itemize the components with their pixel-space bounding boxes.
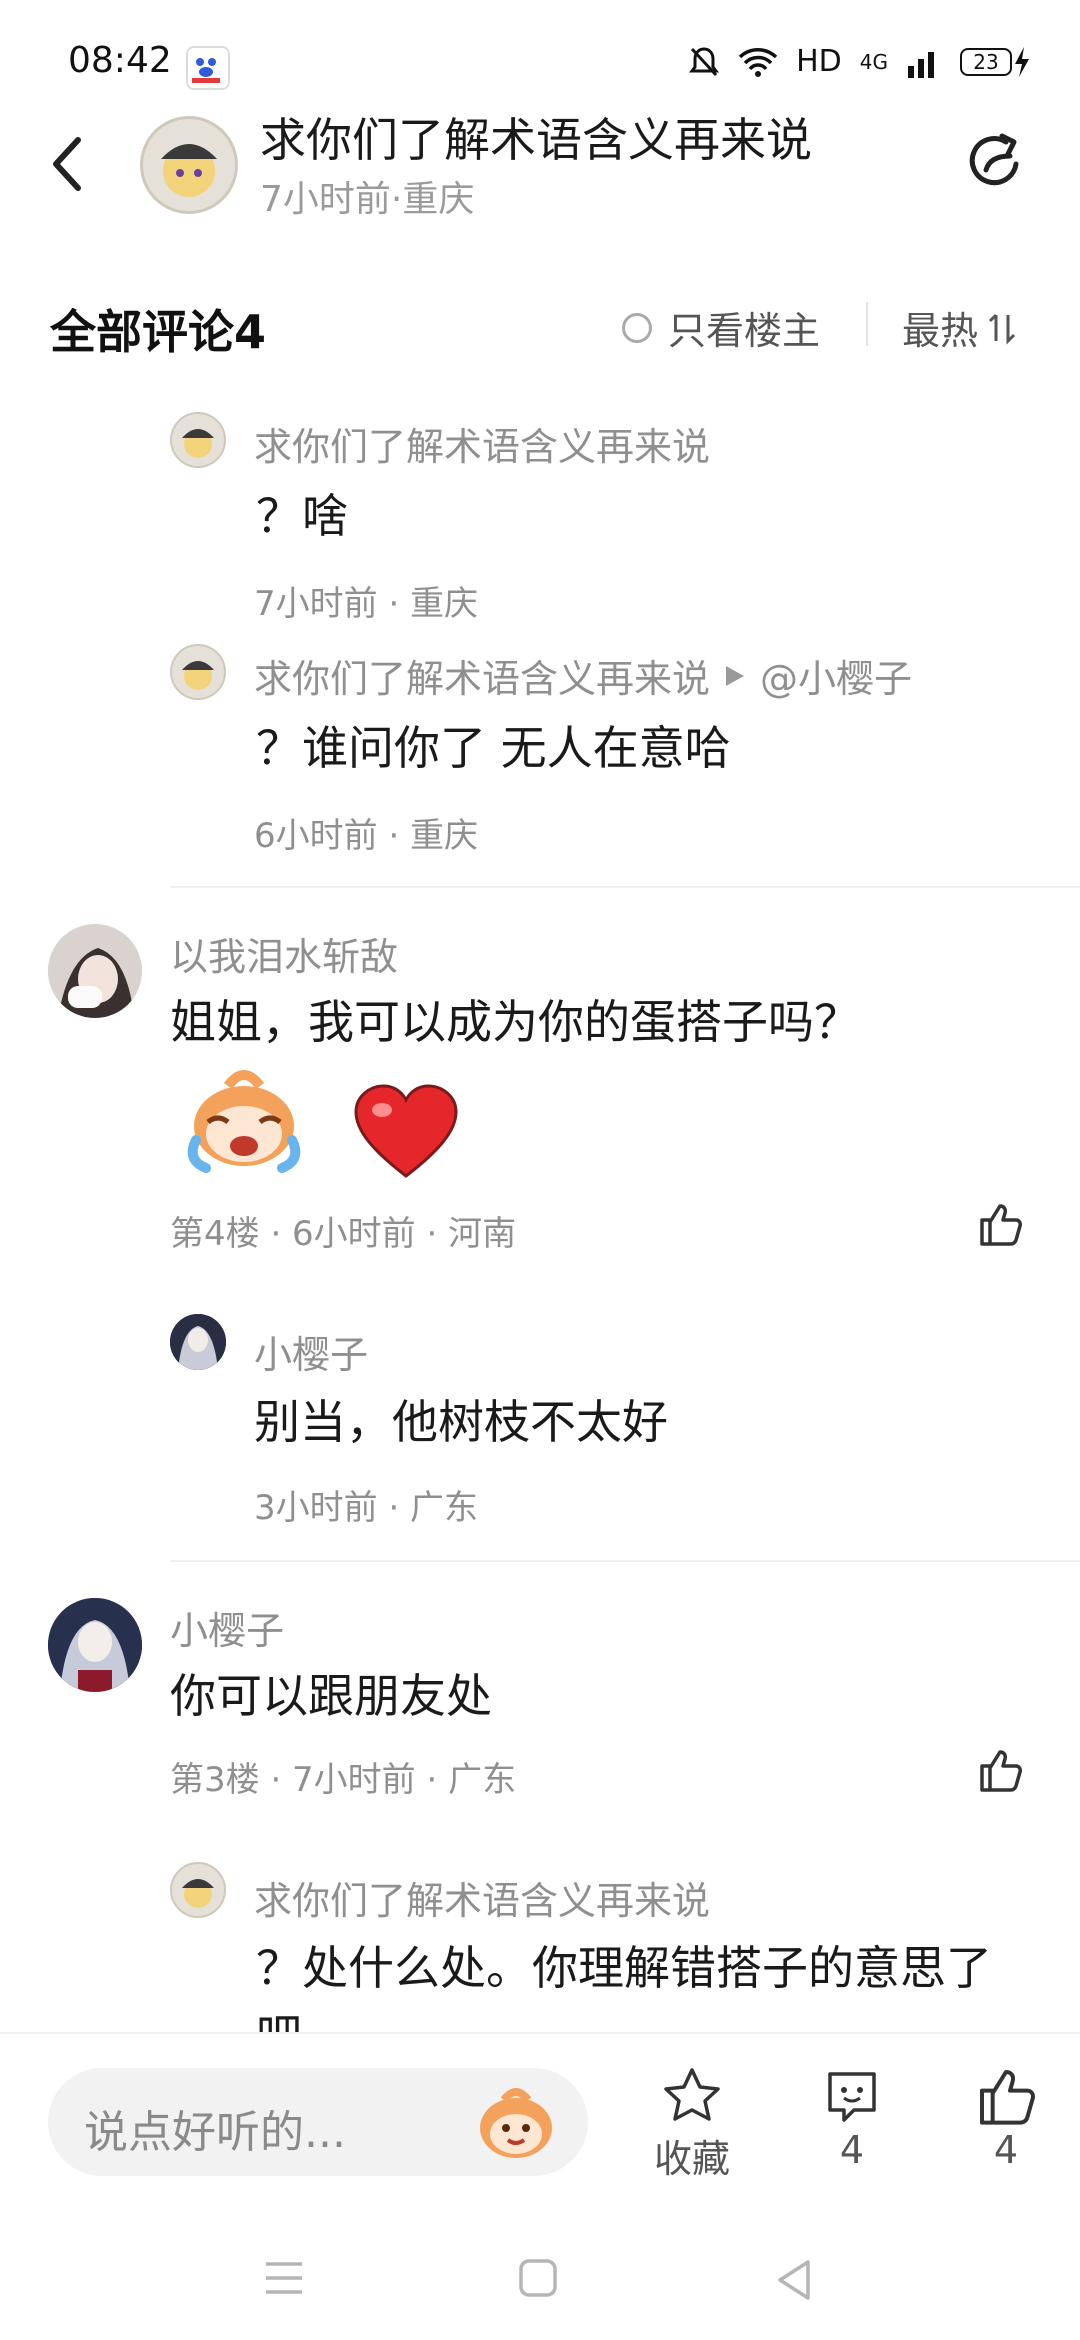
reply-avatar[interactable] — [170, 644, 226, 700]
emoji-button-icon[interactable] — [474, 2082, 558, 2162]
battery-level: 23 — [960, 47, 1012, 76]
comment-button[interactable]: 4 — [792, 2064, 912, 2172]
sort-arrows-icon — [988, 313, 1016, 345]
reply-mention[interactable]: @小樱子 — [760, 648, 912, 703]
comment-count: 4 — [839, 2128, 865, 2172]
share-icon[interactable] — [964, 130, 1028, 194]
comment-text: 姐姐，我可以成为你的蛋搭子吗？ — [170, 995, 860, 1049]
comment-meta: 第3楼 · 7小时前 · 广东 — [170, 1760, 517, 1800]
wifi-icon — [738, 47, 778, 77]
thumbs-up-icon — [980, 2070, 1035, 2125]
baidu-app-icon — [186, 46, 230, 90]
mute-bell-icon — [689, 46, 720, 76]
heart-emoji-icon — [354, 1084, 458, 1178]
commenter-name[interactable]: 以我泪水斩敌 — [170, 926, 398, 981]
like-icon[interactable] — [976, 1746, 1024, 1794]
commenter-avatar[interactable] — [48, 1598, 142, 1692]
reply-author[interactable]: 求你们了解术语含义再来说 — [254, 1870, 710, 1925]
comment-meta: 第4楼 · 6小时前 · 河南 — [170, 1214, 517, 1254]
reply-meta: 3小时前 · 广东 — [254, 1488, 479, 1528]
comments-title: 全部评论4 — [50, 305, 267, 359]
status-time: 08:42 — [68, 40, 172, 81]
reply-text: 别当，他树枝不太好 — [254, 1395, 668, 1449]
divider — [170, 886, 1080, 888]
signal-label: 4G — [859, 49, 888, 74]
reply-avatar[interactable] — [170, 412, 226, 468]
reply-text: ？啥 — [256, 489, 348, 543]
status-icons: HD 4G 23 — [688, 44, 1032, 79]
comment-text: 你可以跟朋友处 — [170, 1669, 492, 1723]
reply-avatar[interactable] — [170, 1862, 226, 1918]
back-nav-icon[interactable] — [774, 2258, 814, 2302]
reply-text: ？谁问你了 无人在意哈 — [256, 721, 731, 775]
like-icon[interactable] — [976, 1200, 1024, 1248]
sort-label: 最热 — [902, 309, 979, 353]
reply-meta: 7小时前 · 重庆 — [254, 584, 479, 624]
reply-author[interactable]: 小樱子 — [254, 1324, 368, 1379]
sort-toggle[interactable]: 最热 — [902, 300, 1020, 355]
commenter-avatar[interactable] — [48, 924, 142, 1018]
comment-bubble-icon — [828, 2072, 876, 2122]
radio-icon — [622, 312, 652, 343]
menu-nav-icon[interactable] — [262, 2258, 306, 2298]
battery-icon: 23 — [960, 45, 1032, 79]
home-nav-icon[interactable] — [518, 2258, 558, 2298]
reply-avatar[interactable] — [170, 1314, 226, 1370]
reply-author[interactable]: 求你们了解术语含义再来说 — [254, 648, 710, 703]
divider — [866, 302, 868, 346]
author-avatar[interactable] — [140, 116, 238, 214]
charging-bolt-icon — [1015, 46, 1029, 77]
divider — [170, 1560, 1080, 1562]
favorite-label: 收藏 — [653, 2137, 730, 2181]
commenter-name[interactable]: 小樱子 — [170, 1600, 284, 1655]
like-count: 4 — [993, 2128, 1019, 2172]
reply-text: ？处什么处。你理解错搭子的意思了 — [256, 1941, 992, 1995]
like-button[interactable]: 4 — [946, 2064, 1066, 2172]
signal-bars-icon — [908, 51, 934, 78]
network-label: HD — [796, 44, 842, 79]
favorite-button[interactable]: 收藏 — [632, 2064, 752, 2183]
post-title: 求你们了解术语含义再来说 — [260, 113, 812, 167]
star-icon — [664, 2068, 720, 2121]
reply-header: 求你们了解术语含义再来说 @小樱子 — [254, 648, 912, 703]
post-meta: 7小时前·重庆 — [260, 179, 475, 220]
reply-author[interactable]: 求你们了解术语含义再来说 — [254, 416, 710, 471]
only-author-filter[interactable]: 只看楼主 — [622, 300, 820, 355]
comment-input-placeholder: 说点好听的... — [84, 2107, 346, 2158]
reply-triangle-icon — [726, 665, 745, 686]
filter-label: 只看楼主 — [668, 309, 821, 353]
crying-emoji-icon — [187, 1070, 301, 1173]
back-arrow-icon[interactable] — [48, 132, 88, 196]
reply-meta: 6小时前 · 重庆 — [254, 816, 479, 856]
